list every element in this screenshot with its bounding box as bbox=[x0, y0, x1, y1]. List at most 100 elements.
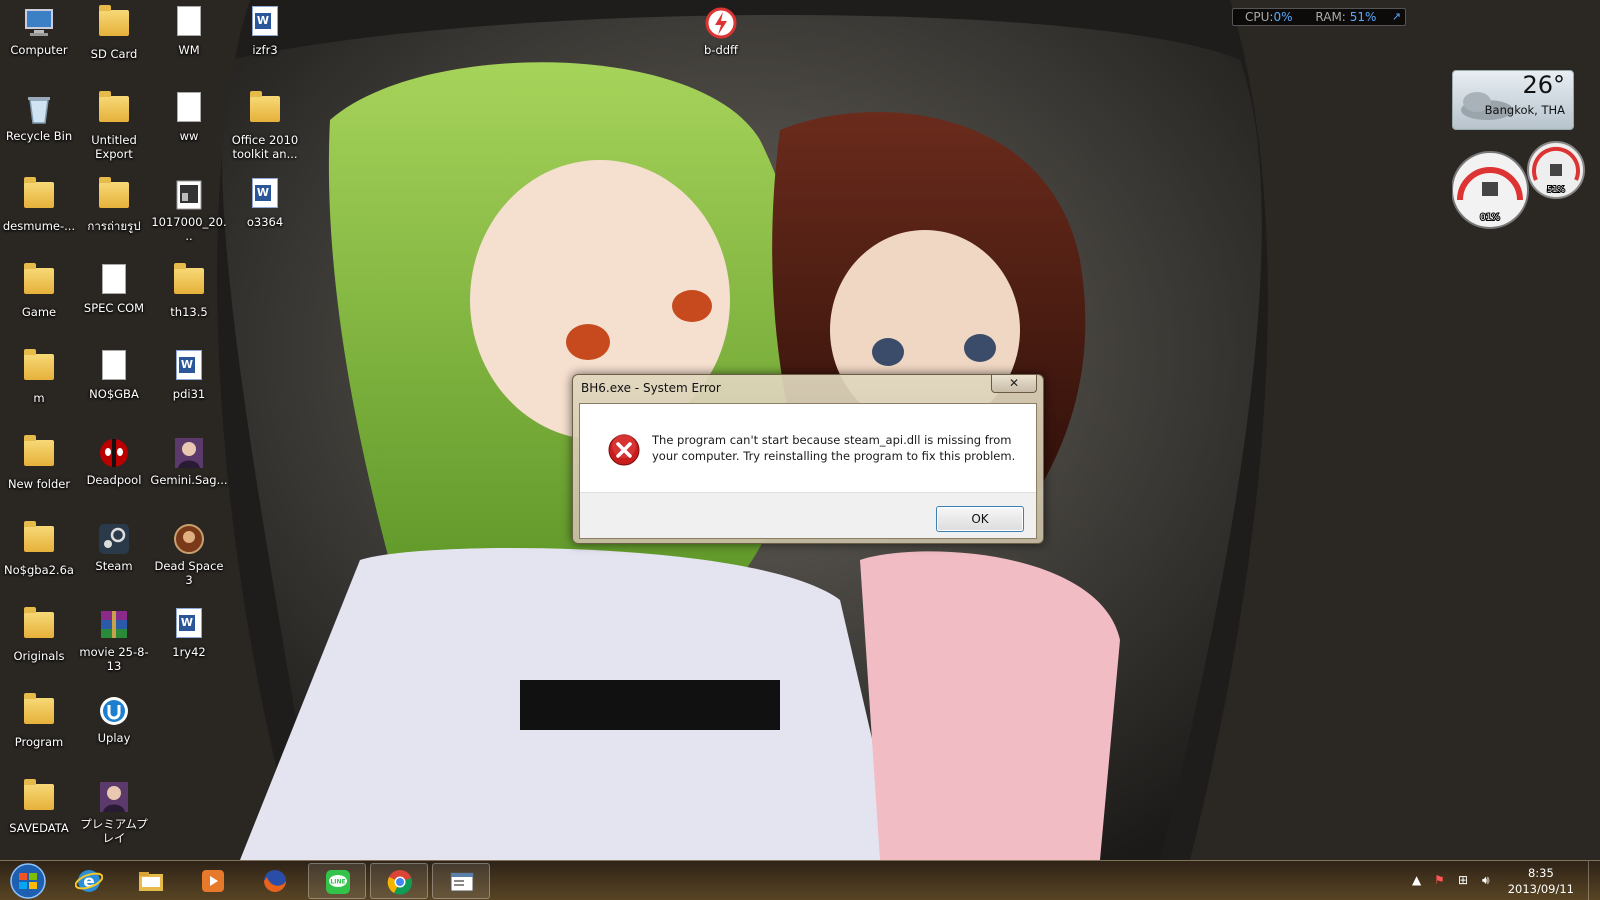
desktop-icon-savedata[interactable]: SAVEDATA bbox=[0, 778, 78, 862]
folder-icon bbox=[22, 607, 56, 646]
desktop-icon-label: Recycle Bin bbox=[5, 129, 73, 143]
clock-time: 8:35 bbox=[1527, 866, 1554, 880]
taskbar-button-file-explorer[interactable] bbox=[122, 863, 180, 899]
desktop-icon-label: izfr3 bbox=[252, 43, 278, 57]
taskbar-button-firefox[interactable] bbox=[246, 863, 304, 899]
volume-icon[interactable]: 🔊︎ bbox=[1482, 873, 1490, 888]
computer-icon bbox=[22, 6, 56, 40]
desktop-icon-label: Game bbox=[21, 305, 57, 319]
desktop-icon-untitled-export[interactable]: Untitled Export bbox=[75, 90, 153, 174]
desktop-icon-no-gba2-6a[interactable]: No$gba2.6a bbox=[0, 520, 78, 604]
desktop-icon-deadpool[interactable]: Deadpool bbox=[75, 434, 153, 518]
folder-icon bbox=[22, 521, 56, 560]
desktop-icon-dead-space-3[interactable]: Dead Space 3 bbox=[150, 520, 228, 604]
desktop-icon-gemini-sag[interactable]: Gemini.Sag... bbox=[150, 434, 228, 518]
ok-button[interactable]: OK bbox=[936, 506, 1024, 532]
desktop-icon-label: Untitled Export bbox=[91, 133, 137, 161]
folder-icon bbox=[22, 263, 56, 302]
winrar-icon bbox=[97, 608, 131, 642]
word-document-icon bbox=[172, 608, 206, 642]
cpu-meter-gadget[interactable]: 01% 51% bbox=[1452, 140, 1592, 234]
desktop-icon-label: Steam bbox=[95, 559, 133, 573]
clock[interactable]: 8:35 2013/09/11 bbox=[1508, 865, 1574, 897]
system-error-dialog[interactable]: BH6.exe - System Error ✕ The program can… bbox=[572, 374, 1044, 544]
desktop-icon-m[interactable]: m bbox=[0, 348, 78, 432]
desktop-icon-label: Originals bbox=[13, 649, 65, 663]
desktop-icon-label: Office 2010 toolkit an... bbox=[231, 133, 299, 161]
desktop-icon-pdi31[interactable]: pdi31 bbox=[150, 348, 228, 432]
taskbar-button-media-player[interactable] bbox=[184, 863, 242, 899]
taskbar-button-chrome[interactable] bbox=[370, 863, 428, 899]
desktop-icon-1ry42[interactable]: 1ry42 bbox=[150, 606, 228, 690]
desktop-icon-game[interactable]: Game bbox=[0, 262, 78, 346]
desktop-icon-[interactable]: การถ่ายรูป bbox=[75, 176, 153, 260]
desktop-icon-office-2010-toolkit-an[interactable]: Office 2010 toolkit an... bbox=[226, 90, 304, 174]
desktop-icon-label: SD Card bbox=[90, 47, 138, 61]
desktop-icon-sd-card[interactable]: SD Card bbox=[75, 4, 153, 88]
action-center-icon[interactable]: ⚑ bbox=[1434, 873, 1445, 887]
desktop-icon-izfr3[interactable]: izfr3 bbox=[226, 4, 304, 88]
taskbar: e LINE ▲ ⚑ ⊞ 🔊︎ 8:35 2013/09/11 bbox=[0, 860, 1600, 900]
desktop-icon-steam[interactable]: Steam bbox=[75, 520, 153, 604]
desktop-icon-[interactable]: プレミアムプレイ bbox=[75, 778, 153, 862]
desktop-icon-label: Gemini.Sag... bbox=[150, 473, 228, 487]
desktop-icon-computer[interactable]: Computer bbox=[0, 4, 78, 88]
weather-gadget[interactable]: 26° Bangkok, THA bbox=[1452, 70, 1574, 130]
start-button[interactable] bbox=[8, 862, 48, 900]
desktop-icon-label: New folder bbox=[7, 477, 71, 491]
message-area: The program can't start because steam_ap… bbox=[580, 404, 1036, 492]
document-icon bbox=[97, 350, 131, 384]
network-icon[interactable]: ⊞ bbox=[1458, 873, 1468, 887]
desktop-icon-label: SAVEDATA bbox=[9, 821, 69, 835]
taskbar-button-line-app[interactable]: LINE bbox=[308, 863, 366, 899]
desktop-icon-label: ww bbox=[179, 129, 199, 143]
desktop-icon-label: Deadpool bbox=[86, 473, 142, 487]
cpu-label: CPU: bbox=[1245, 10, 1274, 24]
desktop-icon-label: Dead Space 3 bbox=[154, 559, 224, 587]
desktop-icon-wm[interactable]: WM bbox=[150, 4, 228, 88]
desktop-icon-movie-25-8-13[interactable]: movie 25-8-13 bbox=[75, 606, 153, 690]
button-area: OK bbox=[580, 492, 1036, 538]
dialog-title: BH6.exe - System Error bbox=[581, 381, 721, 395]
folder-icon bbox=[22, 349, 56, 388]
desktop-icon-program[interactable]: Program bbox=[0, 692, 78, 776]
chrome-icon bbox=[386, 868, 414, 896]
desktop-icon-ww[interactable]: ww bbox=[150, 90, 228, 174]
meter-cpu-value: 01% bbox=[1480, 213, 1500, 223]
desktop-icon-1017000-20[interactable]: 1017000_20... bbox=[150, 176, 228, 260]
desktop-icon-no-gba[interactable]: NO$GBA bbox=[75, 348, 153, 432]
error-message: The program can't start because steam_ap… bbox=[652, 433, 1016, 463]
deadpool-icon bbox=[97, 436, 131, 470]
internet-explorer-icon: e bbox=[74, 867, 104, 895]
desktop-icon-uplay[interactable]: Uplay bbox=[75, 692, 153, 776]
desktop-icon-recycle-bin[interactable]: Recycle Bin bbox=[0, 90, 78, 174]
desktop-icon-label: o3364 bbox=[246, 215, 284, 229]
desktop-icon-desmume[interactable]: desmume-... bbox=[0, 176, 78, 260]
show-desktop-button[interactable] bbox=[1588, 861, 1600, 900]
desktop-icon-label: プレミアムプレイ bbox=[80, 817, 148, 845]
close-button[interactable]: ✕ bbox=[991, 375, 1037, 393]
error-icon bbox=[608, 434, 640, 466]
desktop-icon-new-folder[interactable]: New folder bbox=[0, 434, 78, 518]
game-character-icon bbox=[97, 780, 131, 814]
uplay-icon bbox=[97, 694, 131, 728]
meter-ram-value: 51% bbox=[1547, 185, 1565, 194]
desktop-icon-originals[interactable]: Originals bbox=[0, 606, 78, 690]
expand-arrow-icon[interactable]: ↗ bbox=[1392, 9, 1401, 25]
desktop-icon-b-ddff[interactable]: b-ddff bbox=[682, 4, 760, 88]
document-icon bbox=[172, 6, 206, 40]
cpu-ram-gadget[interactable]: CPU:0% RAM: 51% ↗ bbox=[1232, 8, 1406, 26]
taskbar-button-internet-explorer[interactable]: e bbox=[60, 863, 118, 899]
desktop-icon-o3364[interactable]: o3364 bbox=[226, 176, 304, 260]
desktop-icon-label: m bbox=[33, 391, 45, 405]
folder-icon bbox=[97, 177, 131, 216]
show-hidden-icons-icon[interactable]: ▲ bbox=[1412, 873, 1421, 887]
desktop-icon-th13-5[interactable]: th13.5 bbox=[150, 262, 228, 346]
system-tray: ▲ ⚑ ⊞ 🔊︎ 8:35 2013/09/11 bbox=[1400, 861, 1600, 900]
weather-temperature: 26° bbox=[1522, 71, 1565, 99]
error-window-icon bbox=[448, 868, 476, 896]
taskbar-button-error-window[interactable] bbox=[432, 863, 490, 899]
game-character-icon bbox=[172, 436, 206, 470]
desktop-icon-spec-com[interactable]: SPEC COM bbox=[75, 262, 153, 346]
folder-icon bbox=[22, 435, 56, 474]
